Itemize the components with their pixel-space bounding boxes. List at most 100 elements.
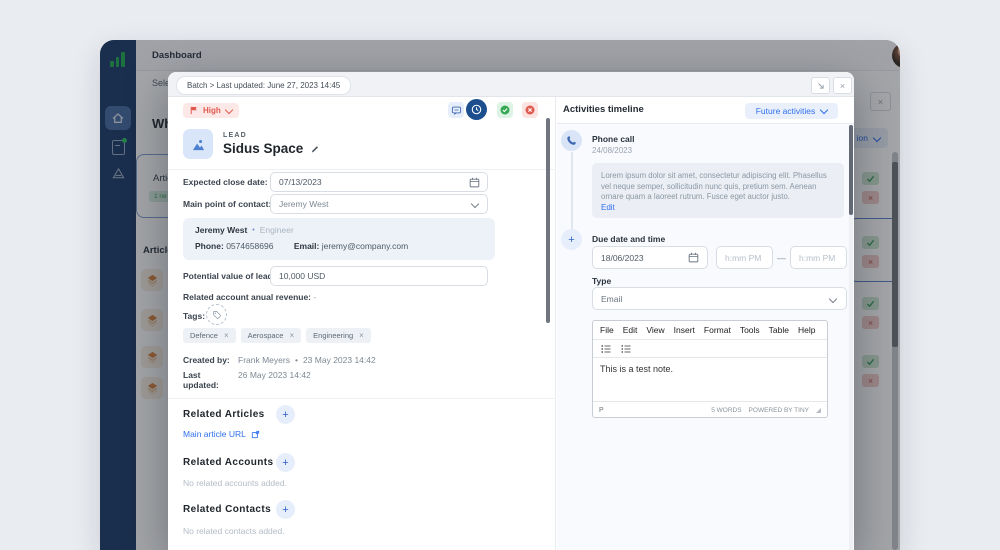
contact-role: Engineer [259,225,294,235]
contact-select[interactable]: Jeremy West [270,194,488,214]
modal-header: Batch > Last updated: June 27, 2023 14:4… [168,72,854,97]
menu-insert[interactable]: Insert [674,325,695,335]
remove-tag-icon[interactable]: × [359,331,364,340]
priority-label: High [203,106,221,115]
priority-dropdown[interactable]: High [183,103,239,118]
phone-icon [567,136,576,145]
lead-type-label: LEAD [223,132,247,139]
tag-label: Engineering [313,331,354,340]
time-start-input[interactable]: h:mm PM [716,246,773,269]
add-contact-button[interactable]: + [276,500,295,519]
contact-value: Jeremy West [279,199,329,209]
edit-pencil-icon[interactable] [310,144,320,154]
created-date: 23 May 2023 14:42 [302,355,376,365]
email-label: Email: [293,241,320,251]
powered-by-tiny[interactable]: POWERED BY TINY [749,407,809,414]
mark-lost-button[interactable] [522,102,538,118]
due-date-input[interactable]: 18/06/2023 [592,246,708,269]
expected-close-input[interactable]: 07/13/2023 [270,172,488,192]
add-account-button[interactable]: + [276,453,295,472]
lead-name: Sidus Space [223,141,304,156]
numbered-list-icon[interactable] [600,343,612,355]
value-amount: 10,000 USD [279,271,326,281]
clock-history-icon [471,104,482,115]
timeline-filter-dropdown[interactable]: Future activities [745,103,838,119]
left-panel-scrollbar[interactable] [546,118,550,323]
menu-view[interactable]: View [646,325,664,335]
related-articles-title: Related Articles [183,409,265,420]
image-icon [192,139,204,150]
mark-won-button[interactable] [497,102,513,118]
editor-toolbar [593,340,827,358]
expected-close-value: 07/13/2023 [279,177,322,187]
phone-event-icon-circle [561,130,582,151]
tag-label: Aerospace [247,331,284,340]
time-end-input[interactable]: h:mm PM [790,246,847,269]
type-value: Email [601,293,623,304]
contacts-empty-text: No related contacts added. [183,526,285,536]
main-article-link[interactable]: Main article URL [183,429,260,439]
time-placeholder: h:mm PM [725,252,762,263]
contact-email: jeremy@company.com [321,241,409,251]
flag-icon [190,106,197,115]
remove-tag-icon[interactable]: × [289,331,294,340]
comments-button[interactable] [448,102,464,118]
expand-button[interactable] [811,77,830,94]
menu-format[interactable]: Format [704,325,731,335]
bullet-separator: • [294,355,298,365]
plus-icon: + [568,233,575,246]
last-updated-value: 26 May 2023 14:42 [238,370,311,380]
menu-edit[interactable]: Edit [623,325,638,335]
editor-content[interactable]: This is a test note. [593,358,827,401]
external-link-icon [251,430,259,438]
right-panel-scrollbar[interactable] [849,125,853,550]
chevron-down-icon [820,105,829,114]
scrollbar-thumb[interactable] [849,125,853,215]
menu-table[interactable]: Table [769,325,789,335]
add-tag-button[interactable] [206,304,227,325]
plus-icon: + [282,456,289,469]
due-date-label: Due date and time [592,234,666,244]
tag-icon [212,310,221,319]
contact-name: Jeremy West [195,225,248,235]
event-note-text: Lorem ipsum dolor sit amet, consectetur … [601,171,827,201]
menu-help[interactable]: Help [798,325,815,335]
contact-phone: 0574658696 [226,241,274,251]
menu-file[interactable]: File [600,325,614,335]
tag-chip[interactable]: Engineering × [306,328,371,343]
bullet-list-icon[interactable] [620,343,632,355]
type-select[interactable]: Email [592,287,847,310]
calendar-icon[interactable] [469,177,480,188]
event-note-card: Lorem ipsum dolor sit amet, consectetur … [592,163,844,218]
chevron-down-icon [224,105,234,114]
related-contacts-title: Related Contacts [183,504,272,515]
phone-label: Phone: [195,241,224,251]
resize-handle[interactable] [816,407,821,413]
lead-avatar [183,129,213,159]
time-separator: — [777,253,786,263]
edit-link[interactable]: Edit [601,203,615,212]
bullet-separator: • [252,226,255,234]
close-icon: × [839,80,846,91]
timeline-rail [571,152,573,234]
word-count[interactable]: 5 WORDS [711,407,741,414]
timeline-title: Activities timeline [563,104,644,115]
close-button[interactable]: × [833,77,852,94]
calendar-icon[interactable] [688,252,699,263]
created-by-value: Frank Meyers [238,355,290,365]
editor-statusbar: P 5 WORDS POWERED BY TINY [593,401,827,418]
contact-card: Jeremy West • Engineer Phone: 0574658696… [183,218,495,260]
event-title: Phone call [592,134,635,144]
add-article-button[interactable]: + [276,405,295,424]
remove-tag-icon[interactable]: × [224,331,229,340]
lead-detail-modal: Batch > Last updated: June 27, 2023 14:4… [168,72,854,550]
value-input[interactable]: 10,000 USD [270,266,488,286]
plus-icon: + [282,503,289,516]
history-button[interactable] [466,99,487,120]
last-updated-label: Last updated: [183,370,219,390]
tag-chip[interactable]: Defence × [183,328,236,343]
tag-chip[interactable]: Aerospace × [240,328,302,343]
add-activity-button[interactable]: + [561,229,582,250]
menu-tools[interactable]: Tools [740,325,760,335]
plus-icon: + [282,408,289,421]
